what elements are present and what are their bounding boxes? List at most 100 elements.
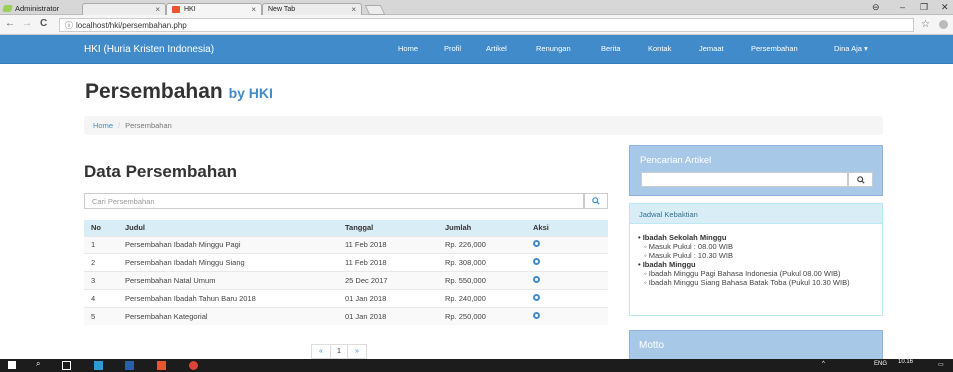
file-explorer-icon[interactable]: [94, 361, 103, 370]
search-icon: [592, 197, 600, 205]
motto-panel: Motto: [629, 330, 883, 360]
browser-tab-2[interactable]: HKI ×: [166, 3, 262, 15]
tab-close-icon[interactable]: ×: [251, 5, 256, 14]
nav-item-home[interactable]: Home: [398, 44, 418, 53]
column-header: Tanggal: [338, 220, 438, 236]
cell-no: 4: [84, 288, 118, 308]
windows-start-icon[interactable]: [8, 361, 16, 369]
task-view-icon[interactable]: [62, 361, 71, 370]
column-header: No: [84, 220, 118, 236]
cell-tanggal: 25 Dec 2017: [338, 271, 438, 290]
site-brand[interactable]: HKI (Huria Kristen Indonesia): [84, 44, 214, 55]
cell-jumlah: Rp. 226,000: [438, 235, 526, 254]
cell-aksi: [526, 235, 608, 254]
page-title-text: Persembahan: [85, 80, 223, 103]
browser-tab-3[interactable]: New Tab ×: [262, 3, 362, 15]
table-row: 1 Persembahan Ibadah Minggu Pagi 11 Feb …: [84, 235, 608, 254]
search-input[interactable]: [84, 193, 584, 209]
forward-icon[interactable]: →: [22, 18, 32, 29]
clock[interactable]: 10.16: [898, 359, 913, 365]
tab-favicon-icon: [172, 6, 180, 13]
pagination-prev[interactable]: «: [311, 344, 331, 359]
app-icon[interactable]: [157, 361, 166, 370]
cell-tanggal: 01 Jan 2018: [338, 306, 438, 325]
search-article-panel: Pencarian Artikel: [629, 145, 883, 196]
cell-jumlah: Rp. 240,000: [438, 288, 526, 308]
back-icon[interactable]: ←: [5, 18, 15, 29]
panel-heading: Jadwal Kebaktian: [630, 204, 882, 224]
search-icon[interactable]: ⌕: [36, 359, 40, 369]
pagination-page-1[interactable]: 1: [330, 344, 348, 359]
search-group: [84, 193, 608, 209]
schedule-category: Ibadah Sekolah Minggu: [638, 233, 874, 242]
cell-aksi: [526, 271, 608, 290]
detail-icon[interactable]: [533, 258, 540, 266]
chrome-icon[interactable]: [189, 361, 198, 370]
table-row: 4 Persembahan Ibadah Tahun Baru 2018 01 …: [84, 288, 608, 308]
nav-item-user-dropdown[interactable]: Dina Aja ▾: [834, 44, 868, 53]
browser-profile[interactable]: Administrator: [2, 2, 60, 14]
notification-icon[interactable]: ▭: [938, 361, 944, 368]
nav-item-berita[interactable]: Berita: [601, 44, 621, 53]
article-search-input[interactable]: [641, 172, 848, 187]
schedule-item: Masuk Pukul : 08.00 WIB: [638, 242, 874, 251]
breadcrumb-current: Persembahan: [125, 121, 172, 130]
reload-icon[interactable]: C: [40, 18, 47, 29]
breadcrumb-separator: /: [118, 121, 121, 130]
cell-judul: Persembahan Ibadah Minggu Siang: [118, 253, 338, 272]
panel-title: Motto: [639, 340, 665, 351]
minimize-icon[interactable]: –: [900, 2, 905, 12]
schedule-list: Ibadah Sekolah Minggu Masuk Pukul : 08.0…: [630, 224, 882, 287]
nav-item-persembahan[interactable]: Persembahan: [751, 44, 798, 53]
table-row: 3 Persembahan Natal Umum 25 Dec 2017 Rp.…: [84, 271, 608, 290]
breadcrumb-home[interactable]: Home: [93, 121, 113, 130]
tab-close-icon[interactable]: ×: [155, 5, 160, 14]
profile-name: Administrator: [15, 3, 60, 13]
close-window-icon[interactable]: ✕: [941, 2, 949, 13]
cell-judul: Persembahan Natal Umum: [118, 271, 338, 290]
new-tab-button[interactable]: [364, 5, 386, 15]
table-row: 2 Persembahan Ibadah Minggu Siang 11 Feb…: [84, 253, 608, 272]
tray-expand-icon[interactable]: ^: [822, 361, 825, 367]
schedule-item: Ibadah Minggu Siang Bahasa Batak Toba (P…: [638, 278, 874, 287]
tab-title: New Tab: [268, 6, 296, 13]
account-icon[interactable]: ⊖: [872, 2, 880, 13]
nav-item-artikel[interactable]: Artikel: [486, 44, 507, 53]
browser-tab-1[interactable]: ×: [82, 3, 166, 15]
cell-jumlah: Rp. 308,000: [438, 253, 526, 272]
extension-icon[interactable]: [939, 20, 948, 29]
cell-no: 1: [84, 235, 118, 254]
nav-item-jemaat[interactable]: Jemaat: [699, 44, 724, 53]
pagination-next[interactable]: »: [347, 344, 367, 359]
cell-judul: Persembahan Kategorial: [118, 306, 338, 325]
bookmark-star-icon[interactable]: ☆: [921, 19, 930, 30]
tab-close-icon[interactable]: ×: [351, 5, 356, 14]
breadcrumb: Home / Persembahan: [84, 116, 883, 135]
address-bar-row: ← → C ⓘ localhost/hki/persembahan.php ☆: [0, 15, 953, 35]
article-search-button[interactable]: [848, 172, 873, 187]
url-text: localhost/hki/persembahan.php: [76, 20, 187, 30]
cell-tanggal: 11 Feb 2018: [338, 253, 438, 272]
detail-icon[interactable]: [533, 311, 540, 319]
tab-title: HKI: [184, 6, 196, 13]
word-icon[interactable]: [125, 361, 134, 370]
nav-item-profil[interactable]: Profil: [444, 44, 461, 53]
nav-item-kontak[interactable]: Kontak: [648, 44, 671, 53]
url-field[interactable]: ⓘ localhost/hki/persembahan.php: [59, 18, 914, 32]
site-navbar: HKI (Huria Kristen Indonesia) Home Profi…: [0, 35, 953, 64]
language-indicator[interactable]: ENG: [874, 361, 887, 367]
cell-no: 3: [84, 271, 118, 290]
column-header: Judul: [118, 220, 338, 236]
cell-aksi: [526, 306, 608, 325]
restore-icon[interactable]: ❐: [920, 2, 928, 13]
cell-jumlah: Rp. 250,000: [438, 306, 526, 325]
detail-icon[interactable]: [533, 275, 540, 283]
info-icon[interactable]: ⓘ: [65, 20, 73, 31]
profile-icon: [2, 4, 13, 12]
column-header: Aksi: [526, 220, 608, 236]
nav-item-renungan[interactable]: Renungan: [536, 44, 571, 53]
detail-icon[interactable]: [533, 293, 540, 301]
search-button[interactable]: [584, 193, 608, 209]
schedule-panel: Jadwal Kebaktian Ibadah Sekolah Minggu M…: [629, 203, 883, 316]
detail-icon[interactable]: [533, 240, 540, 248]
